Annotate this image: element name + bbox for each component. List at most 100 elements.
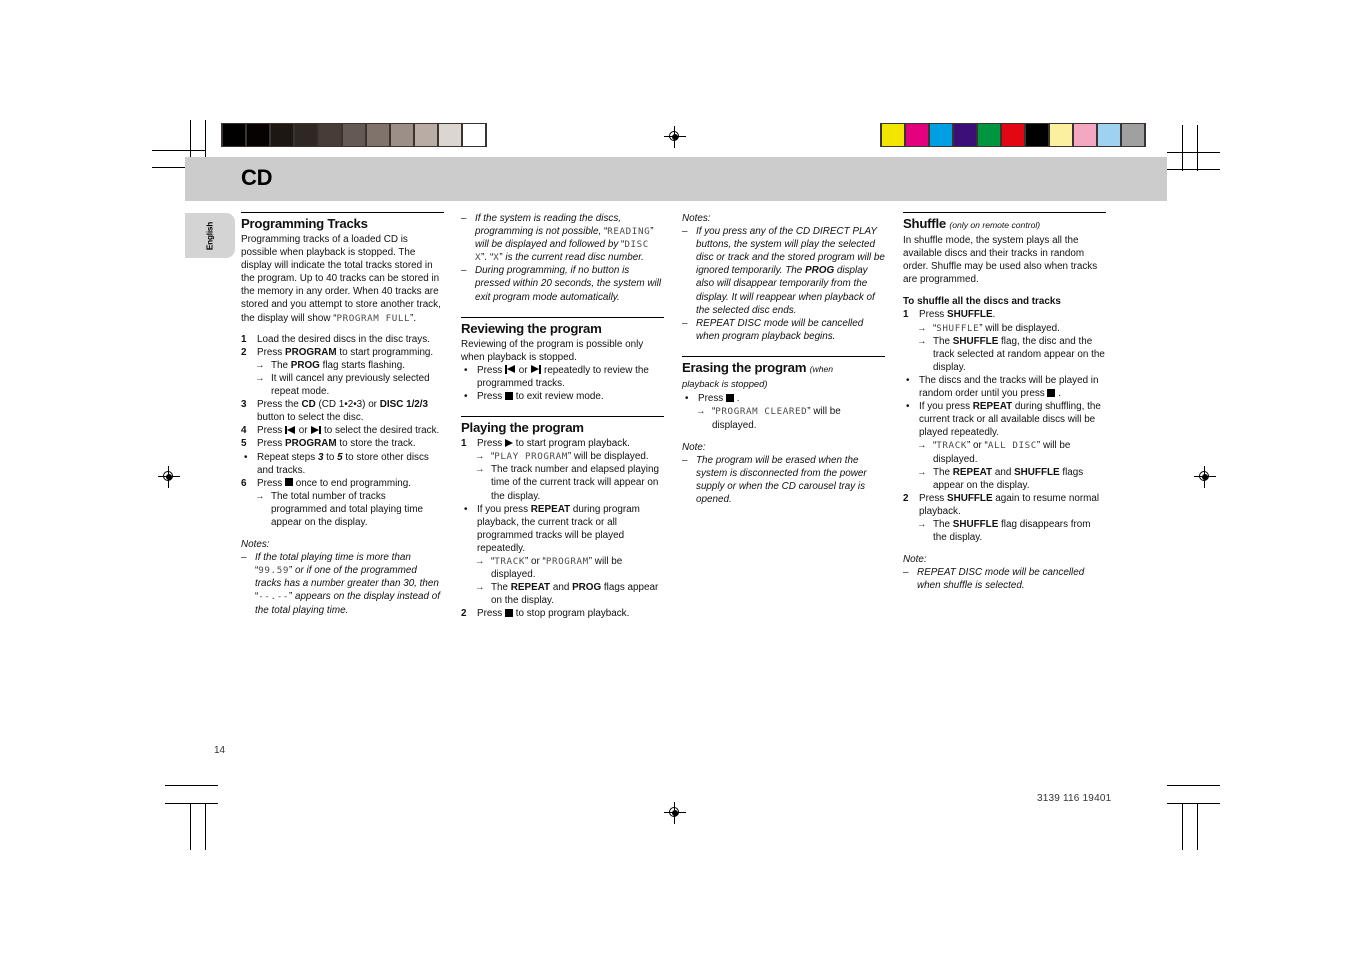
reviewing-intro: Reviewing of the program is possible onl… [461, 338, 644, 363]
rule-above-shuffle [903, 212, 1106, 213]
crop-mark-bottom-right-h1 [1167, 785, 1220, 786]
color-calibration-bar [880, 123, 1146, 147]
registration-mark-top-center [664, 126, 686, 148]
col2-note-top-2-text: During programming, if no button is pres… [475, 265, 662, 303]
crop-mark-top-right-h1 [1167, 152, 1220, 153]
arrow-icon: → [917, 518, 927, 530]
step-3-c: button to select the disc. [257, 412, 364, 424]
color-swatch-7 [1026, 124, 1048, 146]
step-6-arrow-text: The total number of tracks programmed an… [271, 490, 424, 528]
column-3: Notes: – If you press any of the CD DIRE… [682, 212, 885, 506]
grayscale-swatch-6 [343, 124, 365, 146]
grayscale-swatch-9 [415, 124, 437, 146]
dash-icon: – [682, 226, 688, 238]
grayscale-swatch-10 [439, 124, 461, 146]
bullet-icon: • [464, 391, 468, 403]
play-bullet-arrow-1: → “TRACK” or “PROGRAM” will be displayed… [475, 555, 623, 581]
col2-note-top-2: – During programming, if no button is pr… [461, 264, 664, 303]
erasing-heading-text: Erasing the program [682, 359, 807, 375]
bullet-icon: • [906, 374, 910, 386]
shuffle-bullet-2-arrow-2: → The REPEAT and SHUFFLE flags appear on… [903, 466, 1106, 492]
bullet-icon: • [464, 503, 468, 515]
lcd-9959: 99.59 [258, 565, 289, 577]
lcd-play-program: PLAY PROGRAM [494, 451, 568, 463]
color-swatch-8 [1050, 124, 1072, 146]
rule-above-reviewing [461, 316, 664, 318]
bullet-icon: • [244, 451, 248, 463]
shuffle-s1-a: Press [919, 309, 947, 321]
play-step-2-b: to stop program playback. [513, 608, 630, 620]
step-5-bold-program: PROGRAM [285, 438, 337, 450]
shuffle-bullet-2-a: If you press [919, 401, 973, 413]
col2-note-top-1: – If the system is reading the discs, pr… [461, 213, 654, 264]
arrow-icon: → [696, 406, 706, 418]
dash-icon: – [461, 213, 467, 224]
shuffle-bullet-2: • If you press REPEAT during shuffling, … [903, 400, 1106, 439]
play-step-1: 1 Press to start program playback. [461, 437, 664, 450]
col3-note-1: – If you press any of the CD DIRECT PLAY… [682, 225, 885, 317]
color-swatch-6 [1002, 124, 1024, 146]
step-3-bold-cd: CD [301, 399, 316, 411]
registration-mark-right [1194, 466, 1216, 488]
review-bullet-2: • Press to exit review mode. [461, 390, 664, 403]
step-1-number: 1 [241, 333, 247, 345]
step-1-text: Load the desired discs in the disc trays… [257, 333, 430, 345]
lcd-reading: READING [607, 226, 651, 238]
step-6-number: 6 [241, 477, 247, 489]
lcd-shuffle: SHUFFLE [936, 322, 980, 334]
crop-mark-top-right-h2 [1167, 169, 1220, 170]
step-2-arrow-2: → It will cancel any previously selected… [241, 372, 444, 398]
shuffle-step-1: 1 Press SHUFFLE. [903, 308, 1106, 321]
next-track-icon [530, 365, 542, 374]
color-swatch-10 [1098, 124, 1120, 146]
crop-mark-top-right-outer [1197, 125, 1198, 171]
lcd-track: TRACK [494, 555, 525, 567]
review-b2-a: Press [477, 391, 505, 403]
shuffle-b2a2-c: and [992, 466, 1015, 478]
programming-intro-text: Programming tracks of a loaded CD is pos… [241, 234, 441, 324]
step-2-arrow-1-pre: The [271, 359, 291, 371]
shuffle-s2-arrow: → The SHUFFLE flag disappears from the d… [903, 518, 1106, 544]
step-5-post: to store the track. [336, 438, 416, 450]
step-4-c: to select the desired track. [321, 425, 440, 437]
registration-mark-left [158, 466, 180, 488]
crop-mark-bottom-right-outer [1197, 803, 1198, 850]
col2-note-top-1-b: will be displayed and followed by [475, 239, 622, 251]
shuffle-s1-arrow-2-bold: SHUFFLE [952, 335, 999, 347]
play-step-1-a: Press [477, 438, 505, 450]
previous-track-icon [505, 365, 516, 374]
bullet-icon: • [685, 393, 689, 405]
page-number: 14 [214, 745, 226, 756]
manual-page: CD English Programming Tracks Programmin… [0, 0, 1351, 954]
step-3-bold-disc: DISC 1/2/3 [379, 399, 429, 411]
col3-note-2: – REPEAT DISC mode will be cancelled whe… [682, 317, 885, 343]
dash-icon: – [903, 567, 909, 579]
shuffle-bullet-2-arrow-1: → “TRACK” or “ALL DISC” will be displaye… [917, 440, 1071, 465]
crop-mark-top-right-inner [1182, 125, 1183, 171]
play-bullet-arrow-2: → The REPEAT and PROG flags appear on th… [461, 581, 664, 607]
play-bullet-arrow-2-a: The [491, 582, 511, 594]
color-swatch-9 [1074, 124, 1096, 146]
heading-reviewing-the-program: Reviewing the program [461, 320, 602, 336]
registration-mark-bottom-center [664, 802, 686, 824]
crop-mark-bottom-left-inner [205, 803, 206, 850]
lcd-dashes: --.-- [258, 591, 289, 603]
col2-note-top-1-d: is the current read disc number. [502, 252, 644, 264]
shuffle-step-1-number: 1 [903, 309, 909, 321]
color-swatch-1 [882, 124, 904, 146]
shuffle-bullet-1-a: The discs and the tracks will be played … [919, 374, 1099, 400]
arrow-icon: → [255, 359, 265, 371]
shuffle-intro: In shuffle mode, the system plays all th… [903, 235, 1098, 286]
col4-note-label: Note: [903, 554, 927, 566]
step-2-text-post: to start programming. [336, 346, 434, 358]
column-1: Programming Tracks Programming tracks of… [241, 212, 444, 617]
shuffle-bullet-2-arrow-1-mid: or [970, 440, 985, 452]
heading-playing-the-program: Playing the program [461, 420, 584, 436]
step-4-b: or [296, 425, 311, 437]
col1-note-1-a: If the total playing time is more than [255, 552, 411, 564]
play-bullet: • If you press REPEAT during program pla… [461, 503, 664, 555]
grayscale-calibration-bar [221, 123, 487, 147]
shuffle-s2-a: Press [919, 492, 947, 504]
col3-note-3: – The program will be erased when the sy… [682, 454, 885, 506]
color-swatch-5 [978, 124, 1000, 146]
